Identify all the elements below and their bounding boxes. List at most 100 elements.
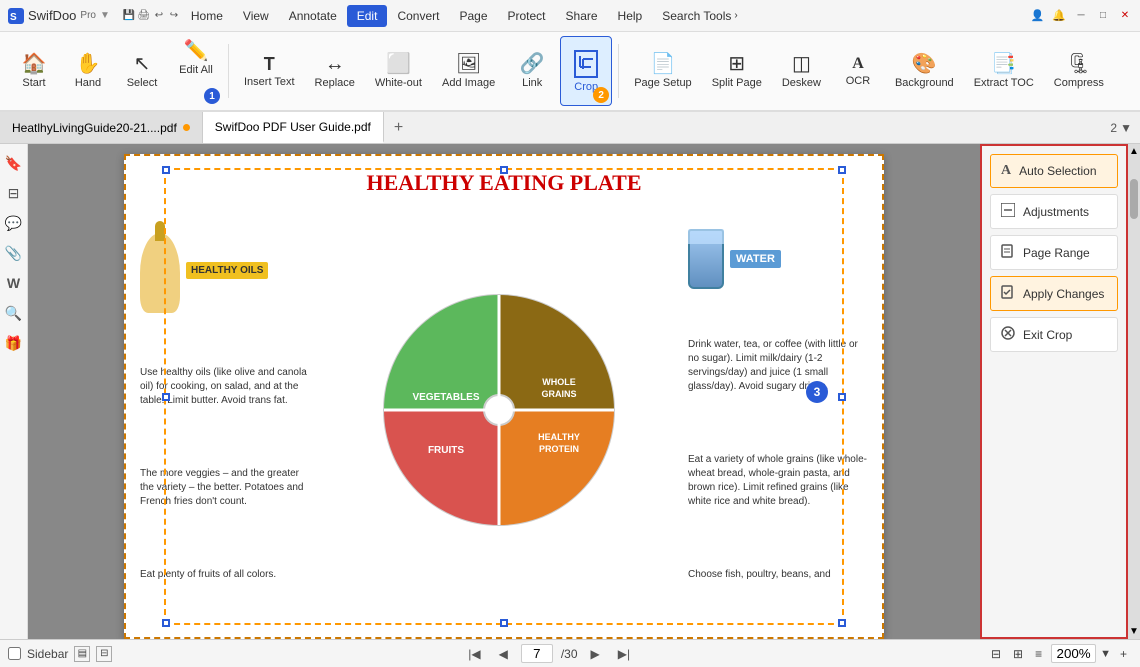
sidebar-attachment-icon[interactable]: 📎 — [3, 242, 25, 264]
hand-icon: ✋ — [76, 54, 101, 74]
zoom-fit-btn[interactable]: + — [1115, 646, 1132, 662]
oil-bottle-image — [140, 233, 180, 313]
auto-selection-button[interactable]: A Auto Selection — [990, 154, 1118, 188]
insert-text-icon: T — [264, 55, 275, 73]
deskew-button[interactable]: ◫ Deskew — [773, 36, 830, 106]
link-button[interactable]: 🔗 Link — [506, 36, 558, 106]
menu-search-tools[interactable]: Search Tools › — [652, 5, 748, 27]
page-nav: |◀ ◀ /30 ▶ ▶| — [120, 644, 978, 663]
sidebar-font-icon[interactable]: W — [3, 272, 25, 294]
menu-page[interactable]: Page — [449, 5, 497, 27]
maximize-btn[interactable]: □ — [1096, 9, 1110, 23]
infographic-body: HEALTHY OILS Use healthy oils (like oliv… — [140, 208, 868, 611]
menu-help[interactable]: Help — [608, 5, 653, 27]
menu-edit[interactable]: Edit — [347, 5, 388, 27]
crop-button[interactable]: Crop 2 — [560, 36, 612, 106]
prev-page-btn[interactable]: ◀ — [494, 646, 513, 662]
scroll-btn[interactable]: ≡ — [1030, 646, 1047, 662]
white-out-button[interactable]: ⬜ White-out — [366, 36, 431, 106]
zoom-dropdown-btn[interactable]: ▼ — [1100, 648, 1111, 660]
menu-convert[interactable]: Convert — [387, 5, 449, 27]
sidebar-gift-icon[interactable]: 🎁 — [3, 332, 25, 354]
menu-annotate[interactable]: Annotate — [279, 5, 347, 27]
menu-bar: Home View Annotate Edit Convert Page Pro… — [181, 5, 1031, 27]
single-page-btn[interactable]: ⊟ — [986, 646, 1006, 662]
sidebar-search-icon[interactable]: 🔍 — [3, 302, 25, 324]
scroll-down-btn[interactable]: ▼ — [1127, 624, 1140, 639]
select-button[interactable]: ↖ Select — [116, 36, 168, 106]
add-image-button[interactable]: 🖼 Add Image — [433, 36, 504, 106]
first-page-btn[interactable]: |◀ — [463, 646, 485, 662]
edit-all-icon: ✏️ — [184, 41, 209, 61]
page-setup-button[interactable]: 📄 Page Setup — [625, 36, 701, 106]
sidebar-toggle-area: Sidebar ▤ ⊟ — [8, 646, 112, 662]
right-panel: A Auto Selection Adjustments Page Range … — [980, 144, 1128, 639]
start-button[interactable]: 🏠 Start — [8, 36, 60, 106]
exit-crop-button[interactable]: Exit Crop — [990, 317, 1118, 352]
pdf-page: HEALTHY EATING PLATE HEALTHY OILS — [124, 154, 884, 639]
notification-icon[interactable]: 🔔 — [1052, 9, 1066, 22]
svg-text:PROTEIN: PROTEIN — [539, 444, 579, 454]
svg-text:VEGETABLES: VEGETABLES — [412, 392, 479, 403]
tab-1[interactable]: HeatlhyLivingGuide20-21....pdf — [0, 112, 203, 143]
menu-share[interactable]: Share — [556, 5, 608, 27]
background-button[interactable]: 🎨 Background — [886, 36, 963, 106]
compress-button[interactable]: 🗜 Compress — [1045, 36, 1113, 106]
sidebar-layers-icon[interactable]: ⊟ — [3, 182, 25, 204]
layout-btn-2[interactable]: ⊟ — [96, 646, 112, 662]
zoom-controls: ⊟ ⊞ ≡ ▼ + — [986, 644, 1132, 663]
ocr-button[interactable]: A OCR — [832, 36, 884, 106]
tab1-modified-dot — [183, 124, 190, 131]
page-range-button[interactable]: Page Range — [990, 235, 1118, 270]
edit-all-button[interactable]: ✏️ Edit All — [170, 36, 222, 81]
water-text: Drink water, tea, or coffee (with little… — [688, 338, 868, 394]
two-page-btn[interactable]: ⊞ — [1008, 646, 1028, 662]
vertical-scrollbar[interactable]: ▲ ▼ — [1128, 144, 1140, 639]
apply-changes-button[interactable]: Apply Changes — [990, 276, 1118, 311]
print-btn[interactable]: 🖨 — [137, 9, 151, 23]
page-range-icon — [1001, 244, 1015, 261]
insert-text-button[interactable]: T Insert Text — [235, 36, 304, 106]
tab-2[interactable]: SwifDoo PDF User Guide.pdf — [203, 112, 384, 143]
sidebar-comment-icon[interactable]: 💬 — [3, 212, 25, 234]
save-btn[interactable]: 💾 — [122, 9, 136, 23]
tab-bar-spacer — [413, 112, 1102, 143]
adjustments-button[interactable]: Adjustments — [990, 194, 1118, 229]
crop-icon — [574, 50, 598, 78]
add-tab-button[interactable]: + — [384, 112, 413, 143]
undo-btn[interactable]: ↩ — [152, 9, 166, 23]
replace-button[interactable]: ↔ Replace — [306, 36, 364, 106]
close-btn[interactable]: ✕ — [1118, 9, 1132, 23]
deskew-icon: ◫ — [792, 54, 811, 74]
sidebar-checkbox[interactable] — [8, 647, 21, 660]
sidebar-bookmark-icon[interactable]: 🔖 — [3, 152, 25, 174]
quick-access-toolbar: 💾 🖨 ↩ ↪ — [122, 9, 181, 23]
auto-selection-icon: A — [1001, 163, 1011, 179]
step1-badge: 1 — [204, 88, 220, 104]
infographic-left-panel: HEALTHY OILS Use healthy oils (like oliv… — [140, 208, 310, 611]
scroll-thumb[interactable] — [1130, 179, 1138, 219]
split-page-button[interactable]: ⊞ Split Page — [703, 36, 771, 106]
next-page-btn[interactable]: ▶ — [586, 646, 605, 662]
veggies-text: The more veggies – and the greater the v… — [140, 467, 310, 509]
scroll-up-btn[interactable]: ▲ — [1127, 144, 1140, 159]
menu-protect[interactable]: Protect — [498, 5, 556, 27]
page-number-input[interactable] — [521, 644, 553, 663]
menu-home[interactable]: Home — [181, 5, 233, 27]
water-label: WATER — [730, 250, 781, 268]
white-out-icon: ⬜ — [386, 54, 411, 74]
zoom-input[interactable] — [1051, 644, 1096, 663]
last-page-btn[interactable]: ▶| — [613, 646, 635, 662]
user-icon[interactable]: 👤 — [1031, 9, 1045, 22]
page-count-display: 2 ▼ — [1102, 112, 1140, 143]
sidebar-label: Sidebar — [27, 647, 68, 661]
redo-btn[interactable]: ↪ — [167, 9, 181, 23]
tab2-label: SwifDoo PDF User Guide.pdf — [215, 120, 371, 134]
app-logo: S SwifDooPro ▼ — [8, 8, 110, 24]
minimize-btn[interactable]: ─ — [1074, 9, 1088, 23]
hand-button[interactable]: ✋ Hand — [62, 36, 114, 106]
layout-btn-1[interactable]: ▤ — [74, 646, 90, 662]
infographic-plate: VEGETABLES WHOLE GRAINS HEALTHY PROTEIN … — [320, 208, 678, 611]
menu-view[interactable]: View — [233, 5, 279, 27]
extract-toc-button[interactable]: 📑 Extract TOC — [965, 36, 1043, 106]
